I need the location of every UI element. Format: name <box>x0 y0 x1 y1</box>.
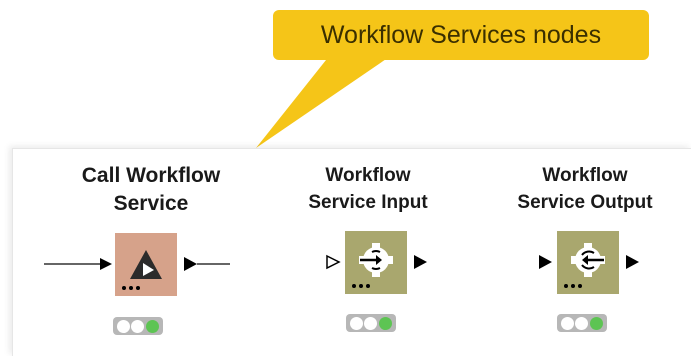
title-line: Workflow <box>325 165 411 186</box>
workflow-service-input-node[interactable] <box>324 228 434 298</box>
workflow-service-output-title: Workflow Service Output <box>497 162 673 216</box>
callout-text: Workflow Services nodes <box>320 20 602 49</box>
title-line: Call Workflow <box>81 164 221 187</box>
service-input-status <box>346 314 396 332</box>
call-workflow-service-node[interactable] <box>44 230 234 300</box>
workflow-service-input-title: Workflow Service Input <box>293 162 443 216</box>
service-output-status <box>557 314 607 332</box>
title-line: Service <box>113 192 189 215</box>
callout-label: Workflow Services nodes <box>273 10 649 60</box>
title-line: Workflow <box>542 165 628 186</box>
title-line: Service Output <box>517 192 653 213</box>
call-workflow-service-title: Call Workflow Service <box>56 162 246 218</box>
workflow-service-output-node[interactable] <box>536 228 646 298</box>
title-line: Service Input <box>308 192 428 213</box>
call-workflow-status <box>113 317 163 335</box>
